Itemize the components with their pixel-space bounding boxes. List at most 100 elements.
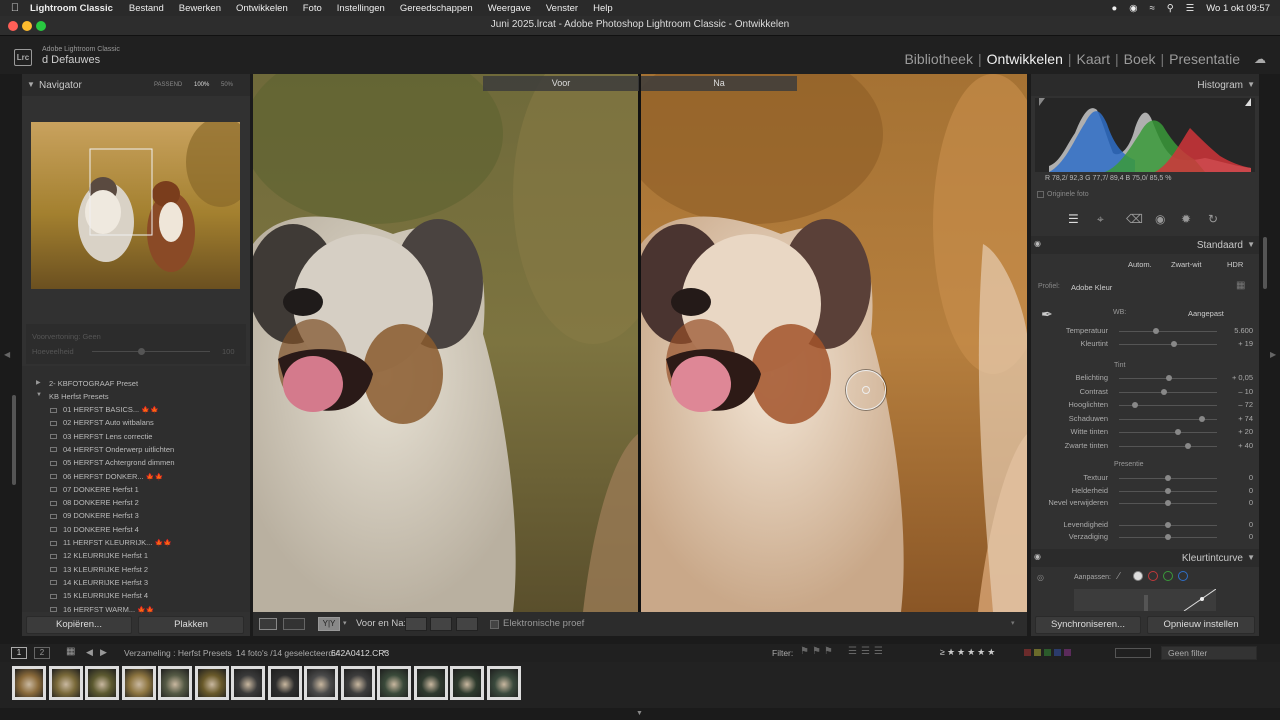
preset-item[interactable]: 11 HERFST KLEURRIJK... 🍁🍁 xyxy=(50,538,172,547)
slider-nevel-verwijderen[interactable]: Nevel verwijderen 0 xyxy=(1037,497,1253,509)
filmstrip-thumbnail[interactable] xyxy=(486,666,521,700)
menu-weergave[interactable]: Weergave xyxy=(488,3,531,14)
slider-kleurtint[interactable]: Kleurtint + 19 xyxy=(1037,338,1253,350)
slider-textuur[interactable]: Textuur 0 xyxy=(1037,472,1253,484)
preset-group[interactable]: 2- KBFOTOGRAAF Preset xyxy=(49,379,138,388)
slider-knob[interactable] xyxy=(1165,375,1172,381)
before-after-split-icon[interactable]: Y|Y xyxy=(318,617,340,631)
preset-item[interactable]: 12 KLEURRIJKE Herfst 1 xyxy=(50,551,148,560)
slider-value[interactable]: + 20 xyxy=(1223,427,1253,436)
slider-witte-tinten[interactable]: Witte tinten + 20 xyxy=(1037,426,1253,438)
module-boek[interactable]: Boek xyxy=(1120,51,1160,67)
redeye-icon[interactable]: ◉ xyxy=(1155,212,1165,226)
slider-value[interactable]: 0 xyxy=(1223,486,1253,495)
chevron-down-icon[interactable]: ▾ xyxy=(343,619,347,627)
edit-filter-icons[interactable]: ☰☰☰ xyxy=(848,646,887,657)
grid-view-icon[interactable]: ▦ xyxy=(66,646,75,657)
treatment-bw[interactable]: Zwart-wit xyxy=(1171,260,1201,269)
record-icon[interactable]: ● xyxy=(1112,3,1118,14)
navigator-collapse-icon[interactable]: ▼ xyxy=(27,80,35,89)
preset-item[interactable]: 13 KLEURRIJKE Herfst 2 xyxy=(50,565,148,574)
menu-bewerken[interactable]: Bewerken xyxy=(179,3,221,14)
filmstrip-thumbnail[interactable] xyxy=(377,666,411,700)
second-screen-button[interactable]: 2 xyxy=(34,647,50,659)
treatment-auto[interactable]: Autom. xyxy=(1128,260,1152,269)
label-yellow-filter[interactable] xyxy=(1034,649,1041,656)
preset-item[interactable]: 14 KLEURRIJKE Herfst 3 xyxy=(50,578,148,587)
group-collapse-icon[interactable]: ▼ xyxy=(36,392,42,398)
red-curve-icon[interactable] xyxy=(1148,571,1158,581)
slider-verzadiging[interactable]: Verzadiging 0 xyxy=(1037,531,1253,543)
sync-button[interactable]: Synchroniseren... xyxy=(1035,616,1141,634)
presets-cycle-icon[interactable]: ↻ xyxy=(1208,212,1218,226)
identity-plate[interactable]: d Defauwes xyxy=(42,54,100,66)
preset-item[interactable]: 08 DONKERE Herfst 2 xyxy=(50,498,139,507)
slider-track[interactable] xyxy=(1119,344,1217,345)
slider-value[interactable]: 0 xyxy=(1223,473,1253,482)
visibility-eye-icon[interactable]: ◉ xyxy=(1034,552,1041,561)
slider-value[interactable]: 0 xyxy=(1223,520,1253,529)
slider-knob[interactable] xyxy=(1165,475,1171,481)
original-photo-checkbox[interactable] xyxy=(1037,191,1044,198)
group-expand-icon[interactable]: ▶ xyxy=(36,379,41,386)
slider-knob[interactable] xyxy=(1165,500,1171,506)
preset-item[interactable]: 06 HERFST DONKER... 🍁🍁 xyxy=(50,472,163,481)
slider-knob[interactable] xyxy=(1161,388,1168,395)
filmstrip-thumbnail[interactable] xyxy=(121,666,156,700)
basic-collapse-icon[interactable]: ▼ xyxy=(1247,240,1255,249)
chevron-down-icon[interactable]: ▾ xyxy=(383,648,387,656)
slider-track[interactable] xyxy=(1119,391,1217,393)
menu-gereedschappen[interactable]: Gereedschappen xyxy=(400,3,473,14)
filmstrip-thumbnail[interactable] xyxy=(340,666,375,700)
search-icon[interactable]: ⚲ xyxy=(1167,3,1174,14)
filmstrip-thumbnail[interactable] xyxy=(194,666,229,700)
slider-value[interactable]: – 72 xyxy=(1223,400,1253,409)
label-red-filter[interactable] xyxy=(1024,649,1031,656)
menu-foto[interactable]: Foto xyxy=(303,3,322,14)
rgb-curve-icon[interactable] xyxy=(1133,571,1143,581)
slider-zwarte-tinten[interactable]: Zwarte tinten + 40 xyxy=(1037,440,1253,452)
preset-item[interactable]: 07 DONKERE Herfst 1 xyxy=(50,485,139,494)
collection-path[interactable]: Verzameling : Herfst Presets xyxy=(124,648,232,658)
preset-item[interactable]: 10 DONKERE Herfst 4 xyxy=(50,525,139,534)
slider-knob[interactable] xyxy=(1170,341,1177,347)
menu-venster[interactable]: Venster xyxy=(546,3,578,14)
filmstrip-toggle-icon[interactable]: ▼ xyxy=(636,710,643,717)
slider-value[interactable]: + 74 xyxy=(1223,414,1253,423)
clock[interactable]: Wo 1 okt 09:57 xyxy=(1206,3,1270,14)
slider-hooglichten[interactable]: Hooglichten – 72 xyxy=(1037,399,1253,411)
preset-item[interactable]: 03 HERFST Lens correctie xyxy=(50,432,152,441)
zoom-100[interactable]: 100% xyxy=(194,82,209,88)
filmstrip-thumbnail[interactable] xyxy=(450,666,484,700)
menu-instellingen[interactable]: Instellingen xyxy=(337,3,385,14)
preset-item[interactable]: 09 DONKERE Herfst 3 xyxy=(50,511,139,520)
slider-knob[interactable] xyxy=(1174,429,1181,435)
filmstrip-thumbnail[interactable] xyxy=(413,666,448,700)
filmstrip-thumbnail[interactable] xyxy=(304,666,338,700)
navigator-preview[interactable] xyxy=(31,122,240,289)
profile-dropdown[interactable]: Adobe Kleur xyxy=(1071,283,1112,292)
slider-value[interactable]: 0 xyxy=(1223,498,1253,507)
left-panel-scrollbar[interactable] xyxy=(12,395,16,485)
slider-track[interactable] xyxy=(1119,445,1217,447)
left-panel-toggle-icon[interactable]: ◀ xyxy=(4,350,10,359)
menu-ontwikkelen[interactable]: Ontwikkelen xyxy=(236,3,288,14)
preview-amount-slider[interactable] xyxy=(138,348,145,355)
preset-item[interactable]: 01 HERFST BASICS... 🍁🍁 xyxy=(50,405,159,414)
slider-schaduwen[interactable]: Schaduwen + 74 xyxy=(1037,413,1253,425)
copy-after-to-before-button[interactable] xyxy=(430,617,452,631)
preset-item[interactable]: 05 HERFST Achtergrond dimmen xyxy=(50,458,175,467)
treatment-hdr[interactable]: HDR xyxy=(1227,260,1243,269)
module-ontwikkelen[interactable]: Ontwikkelen xyxy=(983,51,1067,67)
slider-value[interactable]: + 0,05 xyxy=(1223,373,1253,382)
preset-item[interactable]: 16 HERFST WARM... 🍁🍁 xyxy=(50,605,155,614)
label-green-filter[interactable] xyxy=(1044,649,1051,656)
apple-icon[interactable]:  xyxy=(0,2,30,14)
slider-value[interactable]: + 40 xyxy=(1223,441,1253,450)
masking-icon[interactable]: ✹ xyxy=(1181,212,1191,226)
slider-knob[interactable] xyxy=(1165,521,1171,528)
slider-knob[interactable] xyxy=(1199,415,1206,422)
zoom-fit[interactable]: PASSEND xyxy=(154,82,182,88)
control-center-icon[interactable]: ☰ xyxy=(1186,3,1195,14)
paste-button[interactable]: Plakken xyxy=(138,616,244,634)
